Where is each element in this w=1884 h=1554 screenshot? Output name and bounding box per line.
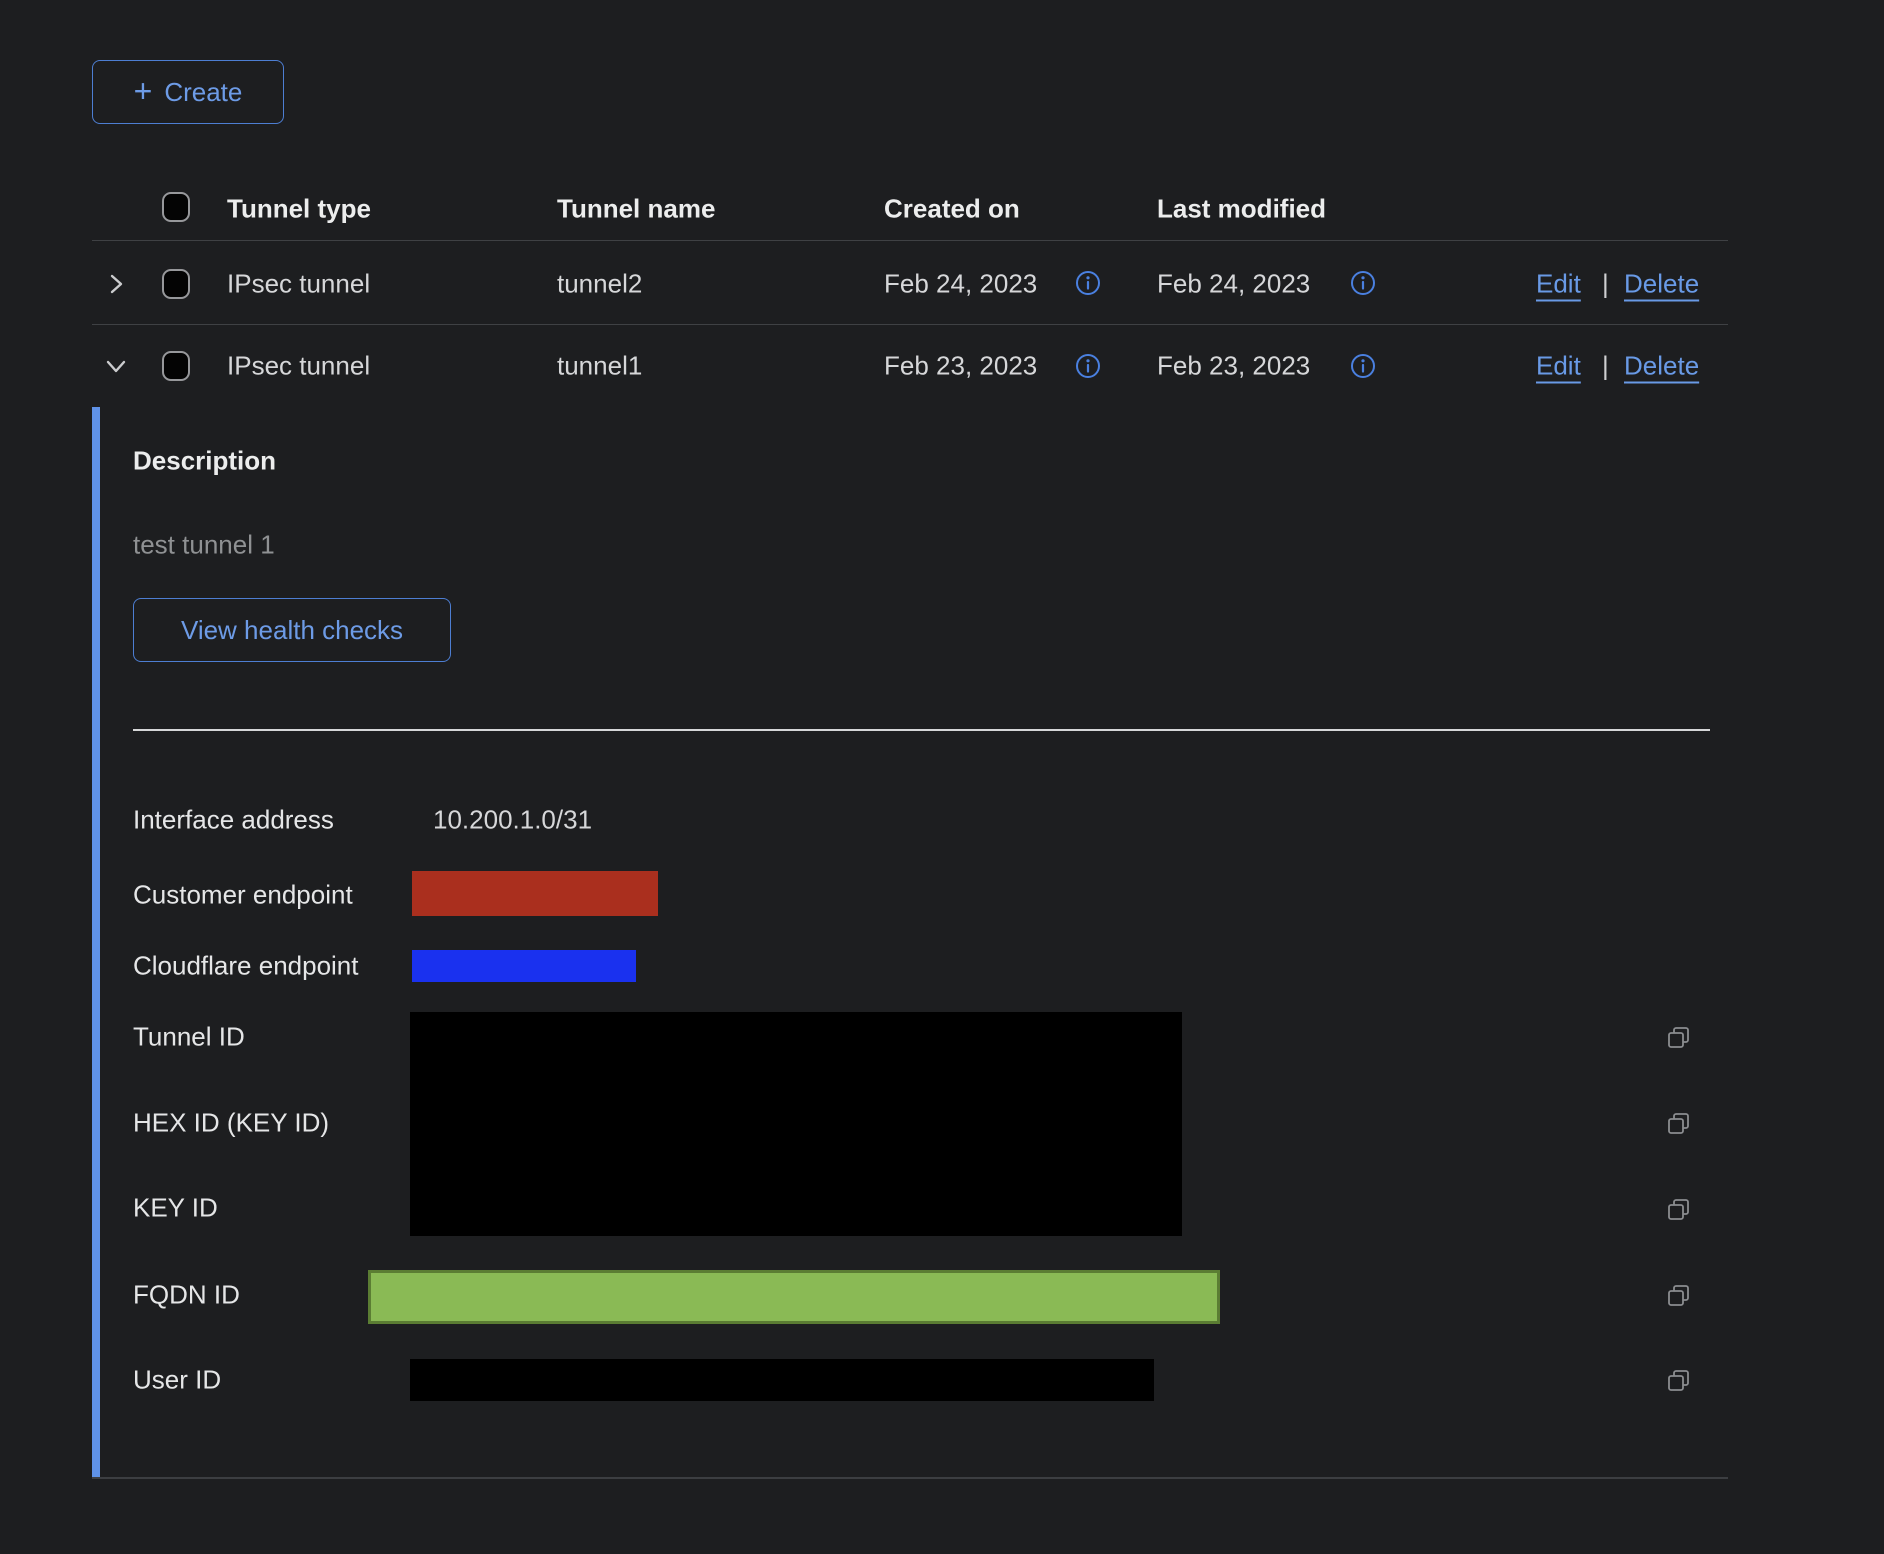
user-id-redaction (410, 1359, 1154, 1401)
plus-icon: + (134, 75, 153, 107)
key-id-label: KEY ID (133, 1193, 218, 1224)
tunnel-name-cell: tunnel1 (557, 351, 642, 382)
copy-icon[interactable] (1664, 1366, 1694, 1396)
column-header-tunnel-name: Tunnel name (557, 194, 715, 225)
copy-icon[interactable] (1664, 1281, 1694, 1311)
info-icon[interactable] (1350, 353, 1376, 379)
copy-icon[interactable] (1664, 1023, 1694, 1053)
create-button[interactable]: + Create (92, 60, 284, 124)
description-value: test tunnel 1 (133, 530, 275, 561)
cloudflare-endpoint-redaction (412, 950, 636, 982)
row-checkbox[interactable] (162, 351, 190, 381)
interface-address-label: Interface address (133, 805, 334, 836)
tunnel-type-cell: IPsec tunnel (227, 351, 370, 382)
row-divider (92, 324, 1728, 325)
ids-redaction (410, 1012, 1182, 1236)
edit-link[interactable]: Edit (1536, 269, 1581, 300)
fqdn-id-redaction (368, 1270, 1220, 1324)
copy-icon[interactable] (1664, 1195, 1694, 1225)
created-on-cell: Feb 24, 2023 (884, 269, 1037, 300)
column-header-created-on: Created on (884, 194, 1020, 225)
chevron-right-icon[interactable] (101, 269, 131, 299)
expanded-row-accent-bar (92, 407, 100, 1477)
delete-link[interactable]: Delete (1624, 269, 1699, 300)
tunnel-type-cell: IPsec tunnel (227, 269, 370, 300)
tunnel-id-label: Tunnel ID (133, 1022, 245, 1053)
edit-link[interactable]: Edit (1536, 351, 1581, 382)
interface-address-value: 10.200.1.0/31 (433, 805, 592, 836)
last-modified-cell: Feb 23, 2023 (1157, 351, 1310, 382)
header-divider (92, 240, 1728, 241)
delete-link[interactable]: Delete (1624, 351, 1699, 382)
info-icon[interactable] (1075, 270, 1101, 296)
last-modified-cell: Feb 24, 2023 (1157, 269, 1310, 300)
view-health-checks-label: View health checks (181, 615, 403, 646)
fqdn-id-label: FQDN ID (133, 1280, 240, 1311)
chevron-down-icon[interactable] (101, 351, 131, 381)
create-button-label: Create (164, 77, 242, 108)
copy-icon[interactable] (1664, 1109, 1694, 1139)
info-icon[interactable] (1075, 353, 1101, 379)
row-checkbox[interactable] (162, 269, 190, 299)
description-label: Description (133, 446, 276, 477)
column-header-last-modified: Last modified (1157, 194, 1326, 225)
cloudflare-endpoint-label: Cloudflare endpoint (133, 951, 359, 982)
created-on-cell: Feb 23, 2023 (884, 351, 1037, 382)
customer-endpoint-label: Customer endpoint (133, 880, 353, 911)
customer-endpoint-redaction (412, 871, 658, 916)
section-divider (133, 729, 1710, 731)
actions-separator: | (1602, 269, 1609, 300)
view-health-checks-button[interactable]: View health checks (133, 598, 451, 662)
user-id-label: User ID (133, 1365, 221, 1396)
actions-separator: | (1602, 351, 1609, 382)
tunnels-page: + Create Tunnel type Tunnel name Created… (0, 0, 1884, 1554)
hex-id-label: HEX ID (KEY ID) (133, 1108, 329, 1139)
tunnel-name-cell: tunnel2 (557, 269, 642, 300)
info-icon[interactable] (1350, 270, 1376, 296)
panel-bottom-divider (92, 1477, 1728, 1479)
select-all-checkbox[interactable] (162, 192, 190, 222)
column-header-tunnel-type: Tunnel type (227, 194, 371, 225)
